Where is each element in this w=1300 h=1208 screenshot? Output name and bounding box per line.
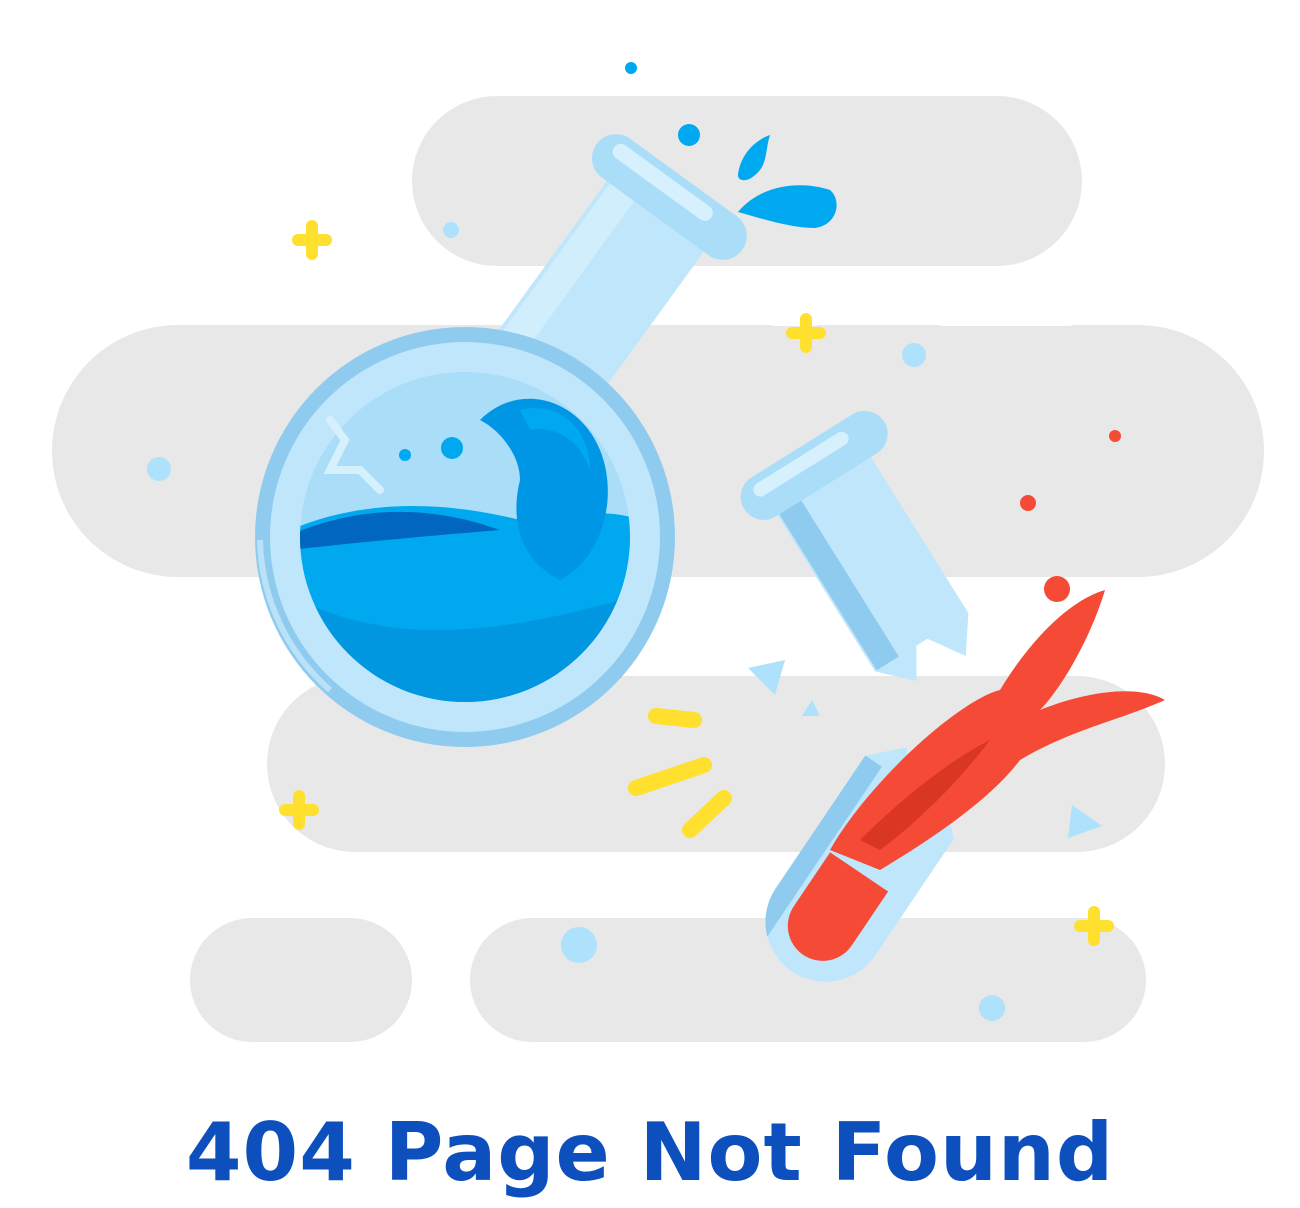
broken-glassware-illustration	[52, 62, 1264, 1042]
page-title: 404 Page Not Found	[185, 1106, 1115, 1199]
not-found-page: 404 Page Not Found	[0, 0, 1300, 1208]
